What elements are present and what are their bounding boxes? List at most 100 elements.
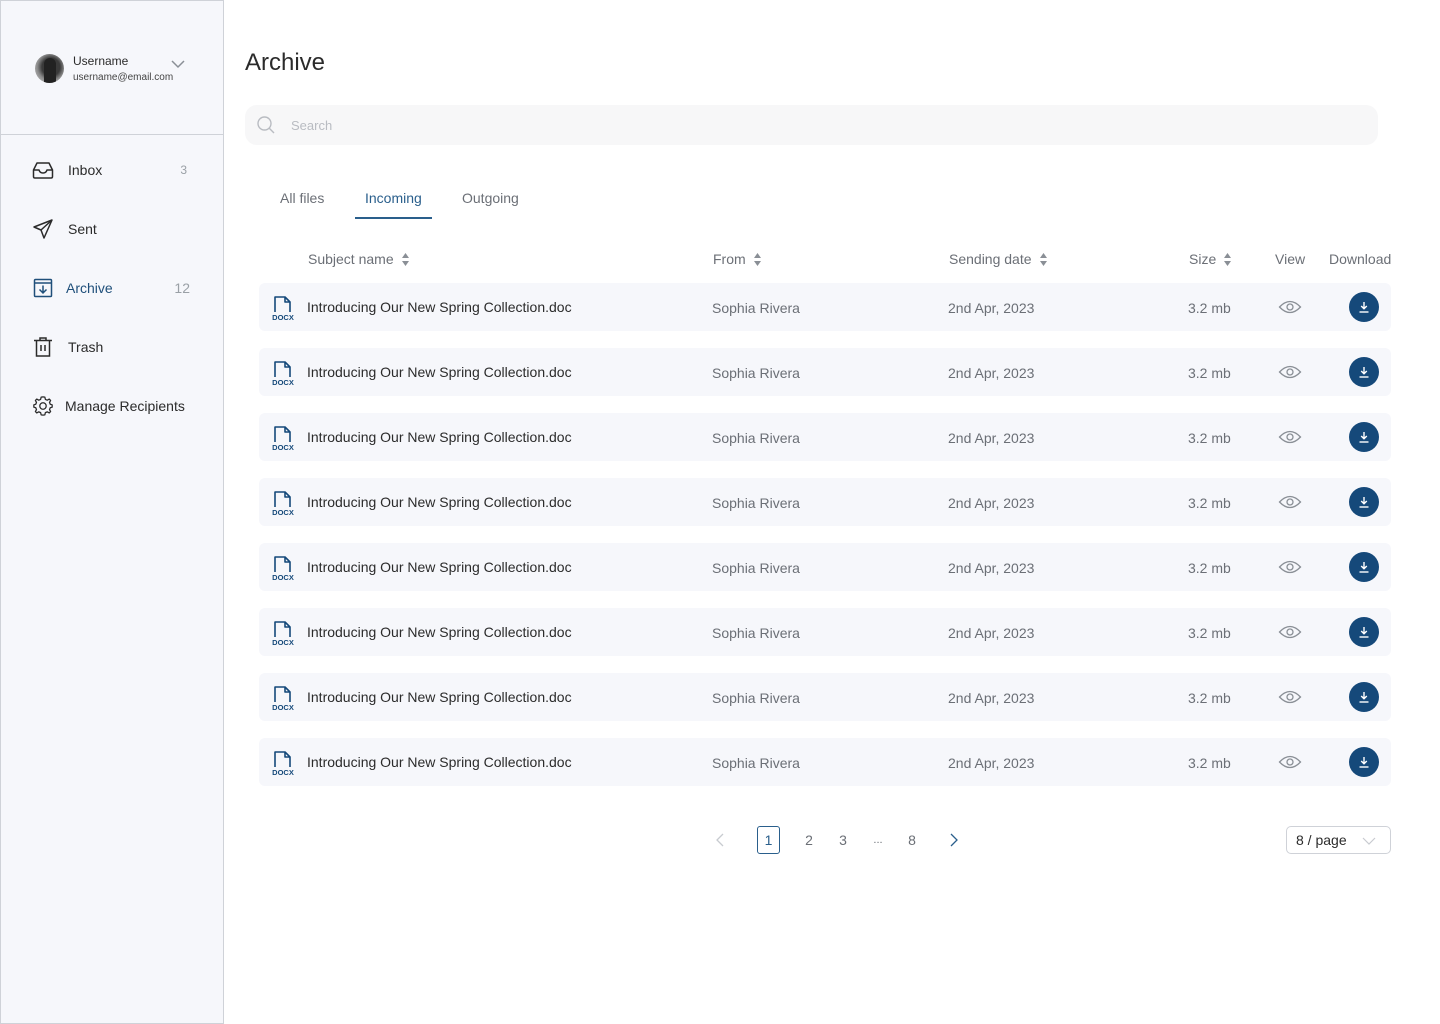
column-sending-date[interactable]: Sending date bbox=[949, 251, 1047, 267]
row-size: 3.2 mb bbox=[1188, 365, 1231, 381]
column-subject-name[interactable]: Subject name bbox=[308, 251, 409, 267]
row-subject[interactable]: Introducing Our New Spring Collection.do… bbox=[307, 299, 572, 315]
download-button[interactable] bbox=[1349, 682, 1379, 712]
sidebar-item-archive[interactable]: Archive 12 bbox=[31, 276, 201, 300]
archive-count: 12 bbox=[174, 280, 190, 296]
row-from: Sophia Rivera bbox=[712, 625, 800, 641]
docx-file-icon: DOCX bbox=[272, 361, 294, 386]
file-type-label: DOCX bbox=[272, 638, 294, 646]
page-button-8[interactable]: 8 bbox=[907, 826, 917, 854]
download-button[interactable] bbox=[1349, 617, 1379, 647]
row-subject[interactable]: Introducing Our New Spring Collection.do… bbox=[307, 624, 572, 640]
tab-all-files[interactable]: All files bbox=[280, 190, 324, 219]
eye-icon[interactable] bbox=[1278, 492, 1302, 512]
download-icon bbox=[1359, 302, 1369, 313]
sidebar-item-label: Trash bbox=[68, 339, 104, 355]
eye-icon[interactable] bbox=[1278, 297, 1302, 317]
column-download: Download bbox=[1329, 251, 1391, 267]
eye-icon[interactable] bbox=[1278, 427, 1302, 447]
sidebar-item-sent[interactable]: Sent bbox=[31, 217, 201, 241]
search-input[interactable] bbox=[291, 117, 1291, 133]
row-subject[interactable]: Introducing Our New Spring Collection.do… bbox=[307, 429, 572, 445]
page-button-1[interactable]: 1 bbox=[757, 826, 780, 854]
sort-icon bbox=[1039, 252, 1047, 266]
download-button[interactable] bbox=[1349, 487, 1379, 517]
file-type-label: DOCX bbox=[272, 508, 294, 516]
eye-icon[interactable] bbox=[1278, 752, 1302, 772]
row-subject[interactable]: Introducing Our New Spring Collection.do… bbox=[307, 689, 572, 705]
search-icon bbox=[257, 116, 275, 134]
row-size: 3.2 mb bbox=[1188, 690, 1231, 706]
download-icon bbox=[1359, 497, 1369, 508]
eye-icon[interactable] bbox=[1278, 362, 1302, 382]
page-button-3[interactable]: 3 bbox=[838, 826, 848, 854]
chevron-right-icon bbox=[950, 833, 958, 847]
download-button[interactable] bbox=[1349, 552, 1379, 582]
page-button-2[interactable]: 2 bbox=[804, 826, 814, 854]
sidebar-item-trash[interactable]: Trash bbox=[31, 335, 201, 359]
sidebar-item-label: Inbox bbox=[68, 162, 103, 178]
download-button[interactable] bbox=[1349, 747, 1379, 777]
table-row[interactable]: DOCX Introducing Our New Spring Collecti… bbox=[259, 348, 1391, 396]
chevron-down-icon[interactable] bbox=[171, 59, 185, 69]
table-row[interactable]: DOCX Introducing Our New Spring Collecti… bbox=[259, 283, 1391, 331]
eye-icon[interactable] bbox=[1278, 557, 1302, 577]
row-from: Sophia Rivera bbox=[712, 495, 800, 511]
trash-icon bbox=[31, 335, 55, 359]
download-button[interactable] bbox=[1349, 292, 1379, 322]
row-from: Sophia Rivera bbox=[712, 690, 800, 706]
sidebar-item-label: Sent bbox=[68, 221, 97, 237]
row-from: Sophia Rivera bbox=[712, 755, 800, 771]
profile-section[interactable]: Username username@email.com bbox=[1, 1, 223, 135]
row-date: 2nd Apr, 2023 bbox=[948, 430, 1035, 446]
eye-icon[interactable] bbox=[1278, 622, 1302, 642]
table-row[interactable]: DOCX Introducing Our New Spring Collecti… bbox=[259, 738, 1391, 786]
row-date: 2nd Apr, 2023 bbox=[948, 690, 1035, 706]
column-from[interactable]: From bbox=[713, 251, 761, 267]
download-button[interactable] bbox=[1349, 422, 1379, 452]
row-size: 3.2 mb bbox=[1188, 430, 1231, 446]
sidebar-item-inbox[interactable]: Inbox 3 bbox=[31, 158, 201, 182]
row-subject[interactable]: Introducing Our New Spring Collection.do… bbox=[307, 364, 572, 380]
row-from: Sophia Rivera bbox=[712, 300, 800, 316]
sidebar-item-label: Manage Recipients bbox=[65, 398, 185, 414]
docx-file-icon: DOCX bbox=[272, 426, 294, 451]
gear-icon bbox=[31, 394, 55, 418]
prev-page-button[interactable] bbox=[713, 826, 727, 854]
page-ellipsis[interactable]: ... bbox=[871, 826, 885, 854]
row-size: 3.2 mb bbox=[1188, 755, 1231, 771]
table-row[interactable]: DOCX Introducing Our New Spring Collecti… bbox=[259, 413, 1391, 461]
download-icon bbox=[1359, 627, 1369, 638]
sort-icon bbox=[753, 252, 761, 266]
row-subject[interactable]: Introducing Our New Spring Collection.do… bbox=[307, 754, 572, 770]
search-bar[interactable] bbox=[245, 105, 1378, 145]
row-date: 2nd Apr, 2023 bbox=[948, 560, 1035, 576]
column-size[interactable]: Size bbox=[1189, 251, 1232, 267]
download-icon bbox=[1359, 692, 1369, 703]
page-size-select[interactable]: 8 / page bbox=[1286, 826, 1391, 854]
profile-email: username@email.com bbox=[73, 72, 174, 83]
docx-file-icon: DOCX bbox=[272, 556, 294, 581]
table-row[interactable]: DOCX Introducing Our New Spring Collecti… bbox=[259, 608, 1391, 656]
chevron-down-icon bbox=[1362, 837, 1376, 845]
table-row[interactable]: DOCX Introducing Our New Spring Collecti… bbox=[259, 478, 1391, 526]
table-row[interactable]: DOCX Introducing Our New Spring Collecti… bbox=[259, 673, 1391, 721]
file-type-label: DOCX bbox=[272, 313, 294, 321]
row-subject[interactable]: Introducing Our New Spring Collection.do… bbox=[307, 494, 572, 510]
tab-incoming[interactable]: Incoming bbox=[355, 190, 432, 219]
tab-outgoing[interactable]: Outgoing bbox=[462, 190, 519, 219]
docx-file-icon: DOCX bbox=[272, 491, 294, 516]
next-page-button[interactable] bbox=[947, 826, 961, 854]
docx-file-icon: DOCX bbox=[272, 751, 294, 776]
download-button[interactable] bbox=[1349, 357, 1379, 387]
file-type-label: DOCX bbox=[272, 768, 294, 776]
row-date: 2nd Apr, 2023 bbox=[948, 755, 1035, 771]
sidebar-item-manage-recipients[interactable]: Manage Recipients bbox=[31, 394, 201, 418]
table-row[interactable]: DOCX Introducing Our New Spring Collecti… bbox=[259, 543, 1391, 591]
row-subject[interactable]: Introducing Our New Spring Collection.do… bbox=[307, 559, 572, 575]
docx-file-icon: DOCX bbox=[272, 686, 294, 711]
inbox-count: 3 bbox=[180, 163, 187, 177]
eye-icon[interactable] bbox=[1278, 687, 1302, 707]
row-date: 2nd Apr, 2023 bbox=[948, 300, 1035, 316]
pagination: 1 2 3 ... 8 bbox=[705, 826, 965, 856]
